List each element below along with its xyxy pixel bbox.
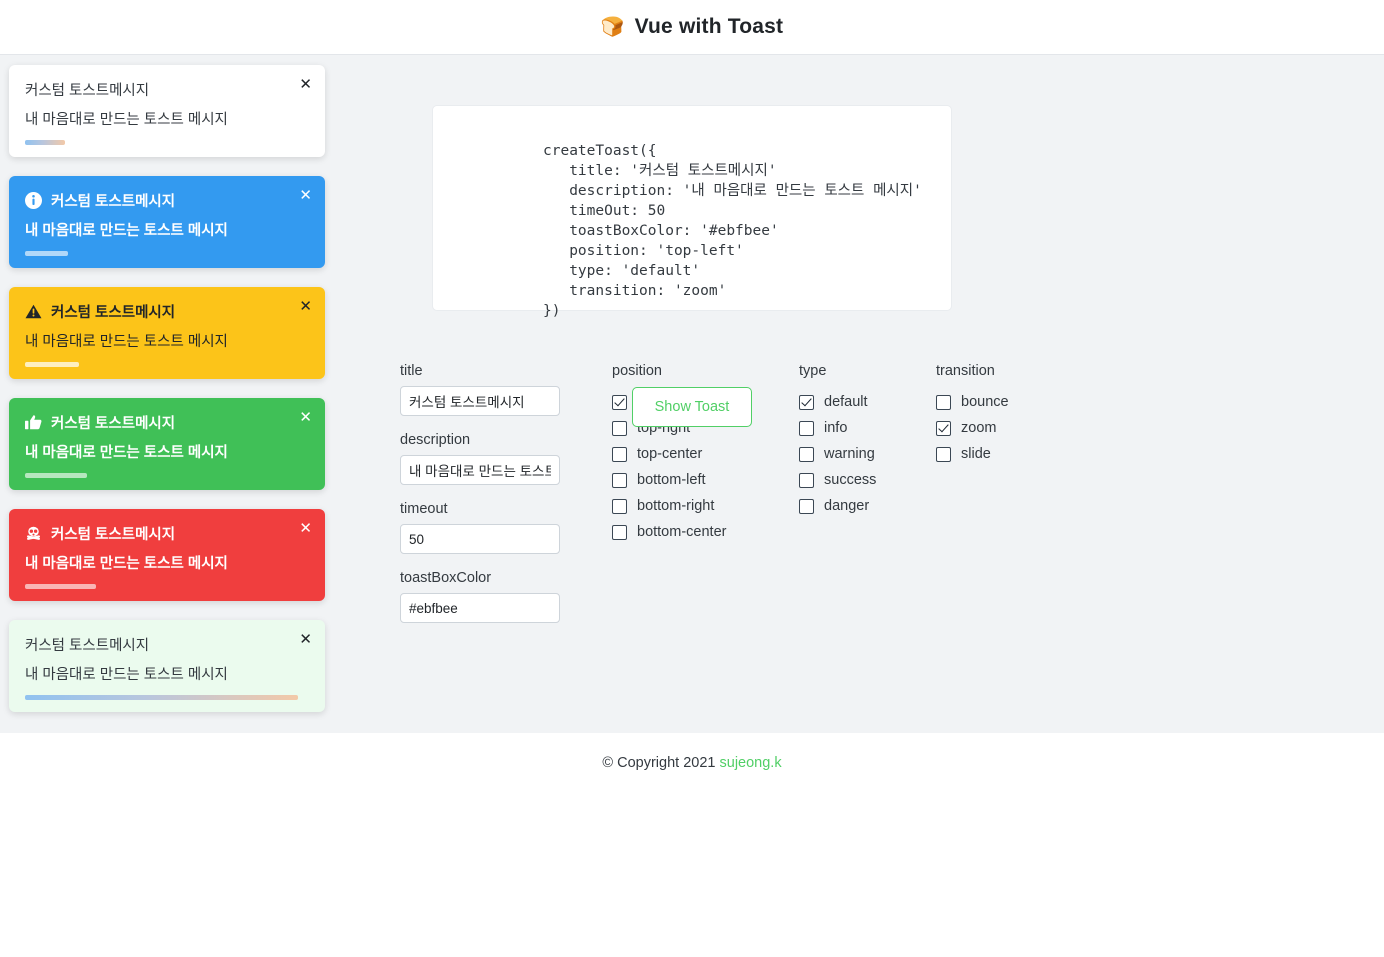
type-option-warning[interactable]: warning [799, 441, 924, 467]
type-option-label: success [824, 472, 876, 488]
position-option-label: top-center [637, 446, 702, 462]
toast-danger[interactable]: 커스텀 토스트메시지 ✕ 내 마음대로 만드는 토스트 메시지 [9, 509, 325, 601]
toastboxcolor-input[interactable] [400, 593, 560, 623]
timeout-label: timeout [400, 501, 600, 517]
code-preview-text: createToast({ title: '커스텀 토스트메시지' descri… [433, 121, 951, 321]
close-icon[interactable]: ✕ [299, 77, 312, 92]
toast-success[interactable]: 커스텀 토스트메시지 ✕ 내 마음대로 만드는 토스트 메시지 [9, 398, 325, 490]
checkbox-icon[interactable] [799, 499, 814, 514]
toast-description: 내 마음대로 만드는 토스트 메시지 [25, 441, 309, 462]
bread-icon: 🍞 [601, 18, 625, 37]
toast-progress-bar [25, 473, 87, 478]
close-icon[interactable]: ✕ [299, 188, 312, 203]
toast-header: 커스텀 토스트메시지 [25, 412, 309, 433]
toastboxcolor-label: toastBoxColor [400, 570, 600, 586]
checkbox-icon[interactable] [612, 473, 627, 488]
page-title: 🍞 Vue with Toast [601, 15, 784, 39]
close-icon[interactable]: ✕ [299, 521, 312, 536]
title-label: title [400, 363, 600, 379]
toast-progress-bar [25, 362, 79, 367]
toast-title: 커스텀 토스트메시지 [51, 412, 175, 433]
toast-progress-bar [25, 695, 298, 700]
toast-description: 내 마음대로 만드는 토스트 메시지 [25, 552, 309, 573]
toast-description: 내 마음대로 만드는 토스트 메시지 [25, 108, 309, 129]
transition-option-label: slide [961, 446, 991, 462]
checkbox-icon[interactable] [936, 447, 951, 462]
toast-progress-bar [25, 584, 96, 589]
toast-default[interactable]: 커스텀 토스트메시지 ✕ 내 마음대로 만드는 토스트 메시지 [9, 65, 325, 157]
toast-title: 커스텀 토스트메시지 [51, 190, 175, 211]
thumbs-up-icon [25, 414, 42, 431]
position-option-bottom-left[interactable]: bottom-left [612, 467, 787, 493]
toast-container-top-left: 커스텀 토스트메시지✕내 마음대로 만드는 토스트 메시지커스텀 토스트메시지✕… [9, 65, 325, 731]
position-option-label: bottom-left [637, 472, 706, 488]
toast-title: 커스텀 토스트메시지 [51, 301, 175, 322]
checkbox-icon[interactable] [612, 499, 627, 514]
checkbox-icon[interactable] [799, 473, 814, 488]
page-title-text: Vue with Toast [635, 15, 784, 39]
close-icon[interactable]: ✕ [299, 410, 312, 425]
toast-warning[interactable]: 커스텀 토스트메시지 ✕ 내 마음대로 만드는 토스트 메시지 [9, 287, 325, 379]
timeout-input[interactable] [400, 524, 560, 554]
checkbox-icon[interactable] [799, 447, 814, 462]
toast-description: 내 마음대로 만드는 토스트 메시지 [25, 663, 309, 684]
description-input[interactable] [400, 455, 560, 485]
description-label: description [400, 432, 600, 448]
transition-group-title: transition [936, 363, 1076, 379]
toast-header: 커스텀 토스트메시지 [25, 190, 309, 211]
position-group-title: position [612, 363, 787, 379]
transition-option-slide[interactable]: slide [936, 441, 1076, 467]
type-option-label: danger [824, 498, 869, 514]
position-option-label: bottom-right [637, 498, 714, 514]
toast-description: 내 마음대로 만드는 토스트 메시지 [25, 219, 309, 240]
toast-info[interactable]: 커스텀 토스트메시지 ✕ 내 마음대로 만드는 토스트 메시지 [9, 176, 325, 268]
position-option-bottom-right[interactable]: bottom-right [612, 493, 787, 519]
author-link[interactable]: sujeong.k [720, 755, 782, 771]
toast-header: 커스텀 토스트메시지 [25, 634, 309, 655]
toast-description: 내 마음대로 만드는 토스트 메시지 [25, 330, 309, 351]
toast-custom[interactable]: 커스텀 토스트메시지 ✕ 내 마음대로 만드는 토스트 메시지 [9, 620, 325, 712]
main-content: createToast({ title: '커스텀 토스트메시지' descri… [0, 55, 1384, 733]
type-option-success[interactable]: success [799, 467, 924, 493]
copyright-text: © Copyright 2021 [602, 755, 719, 771]
position-option-top-center[interactable]: top-center [612, 441, 787, 467]
skull-crossbones-icon [25, 525, 42, 542]
position-option-bottom-center[interactable]: bottom-center [612, 519, 787, 545]
toast-title: 커스텀 토스트메시지 [25, 634, 149, 655]
app-footer: © Copyright 2021 sujeong.k [0, 733, 1384, 771]
type-option-danger[interactable]: danger [799, 493, 924, 519]
toast-title: 커스텀 토스트메시지 [25, 79, 149, 100]
warning-triangle-icon [25, 303, 42, 320]
type-group-title: type [799, 363, 924, 379]
position-option-label: bottom-center [637, 524, 726, 540]
toast-title: 커스텀 토스트메시지 [51, 523, 175, 544]
toast-header: 커스텀 토스트메시지 [25, 301, 309, 322]
toast-progress-bar [25, 251, 68, 256]
toast-progress-bar [25, 140, 65, 145]
type-option-label: warning [824, 446, 875, 462]
close-icon[interactable]: ✕ [299, 299, 312, 314]
show-toast-button[interactable]: Show Toast [632, 387, 753, 427]
checkbox-icon[interactable] [612, 447, 627, 462]
toast-header: 커스텀 토스트메시지 [25, 79, 309, 100]
code-preview-box: createToast({ title: '커스텀 토스트메시지' descri… [432, 105, 952, 311]
app-header: 🍞 Vue with Toast [0, 0, 1384, 55]
checkbox-icon[interactable] [612, 525, 627, 540]
toast-header: 커스텀 토스트메시지 [25, 523, 309, 544]
close-icon[interactable]: ✕ [299, 632, 312, 647]
info-circle-icon [25, 192, 42, 209]
